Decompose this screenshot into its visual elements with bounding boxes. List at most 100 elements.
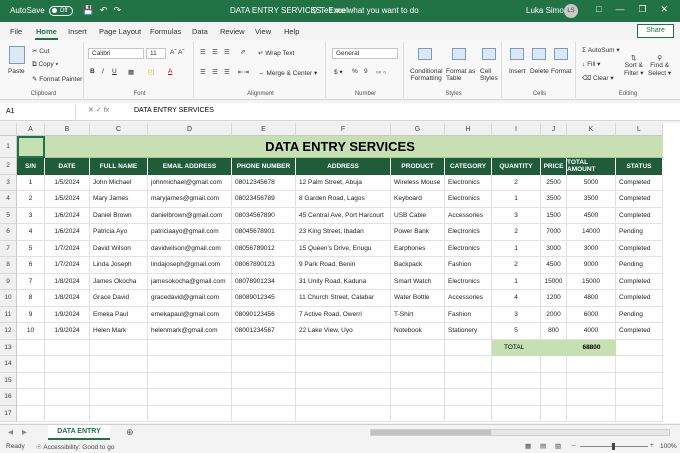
autosum-button[interactable]: Σ AutoSum ▾ [582,46,620,54]
table-cell[interactable]: 15 Queen's Drive, Enugu [296,240,391,257]
table-cell[interactable]: USB Cable [391,207,445,224]
empty-cell[interactable] [17,356,45,373]
currency-icon[interactable]: $ ▾ [334,68,343,76]
column-header-h[interactable]: H [445,123,492,136]
align-center-icon[interactable]: ☰ [212,68,218,76]
table-cell[interactable]: maryjames@gmail.com [148,191,232,208]
minimize-icon[interactable]: — [615,4,624,15]
table-cell[interactable]: helenmark@gmail.com [148,323,232,340]
align-right-icon[interactable]: ☰ [224,68,230,76]
tab-file[interactable]: File [10,27,22,36]
table-cell[interactable]: 1/6/2024 [45,224,90,241]
copy-button[interactable]: ⧉ Copy ▾ [32,61,58,69]
table-cell[interactable]: Backpack [391,257,445,274]
empty-cell[interactable] [492,405,541,422]
empty-cell[interactable] [445,372,492,389]
table-cell[interactable]: patriciaayo@gmail.com [148,224,232,241]
page-break-view-icon[interactable]: ▧ [555,442,561,450]
table-cell[interactable]: 10 [17,323,45,340]
column-header-g[interactable]: G [391,123,445,136]
delete-cells-button[interactable]: Delete [530,68,549,75]
row-header-7[interactable]: 7 [0,240,17,257]
empty-cell[interactable] [296,372,391,389]
empty-cell[interactable] [90,356,148,373]
table-cell[interactable]: 45 Central Ave, Port Harcourt [296,207,391,224]
row-header-5[interactable]: 5 [0,207,17,224]
grow-font-icon[interactable]: Aˆ Aˇ [170,49,184,56]
table-cell[interactable]: Electronics [445,174,492,191]
zoom-slider[interactable] [580,443,648,450]
table-cell[interactable]: Completed [616,240,663,257]
align-left-icon[interactable]: ☰ [200,68,206,76]
format-cells-button[interactable]: Format [551,68,572,75]
table-header-cell[interactable]: PRODUCT [391,158,445,175]
empty-cell[interactable] [391,389,445,406]
empty-cell[interactable] [232,405,296,422]
table-cell[interactable]: Completed [616,290,663,307]
zoom-level[interactable]: 100% [660,443,677,450]
paste-button[interactable]: Paste [8,68,25,75]
maximize-icon[interactable]: ❐ [638,4,646,15]
empty-cell[interactable] [90,372,148,389]
empty-cell[interactable] [391,372,445,389]
table-cell[interactable]: 08056789012 [232,240,296,257]
table-cell[interactable]: Pending [616,257,663,274]
empty-cell[interactable] [148,405,232,422]
conditional-formatting-icon[interactable] [418,48,432,60]
empty-cell[interactable] [492,372,541,389]
insert-cells-icon[interactable] [510,48,524,60]
table-header-cell[interactable]: EMAIL ADDRESS [148,158,232,175]
indent-icon[interactable]: ⇤⇥ [238,68,249,76]
total-value-cell[interactable]: 68800 [567,339,616,356]
table-cell[interactable]: John Michael [90,174,148,191]
table-cell[interactable]: 31 Unity Road, Kaduna [296,273,391,290]
table-cell[interactable]: emekapaul@gmail.com [148,306,232,323]
table-cell[interactable]: James Okocha [90,273,148,290]
insert-cells-button[interactable]: Insert [509,68,525,75]
table-cell[interactable]: 7000 [541,224,567,241]
table-cell[interactable]: 22 Lake View, Uyo [296,323,391,340]
accessibility-status[interactable]: ☉ Accessibility: Good to go [36,443,114,451]
horizontal-scrollbar[interactable] [370,429,670,436]
empty-cell[interactable] [232,372,296,389]
empty-cell[interactable] [541,405,567,422]
table-cell[interactable]: 3 [17,207,45,224]
formula-input[interactable]: DATA ENTRY SERVICES [134,107,214,114]
table-cell[interactable]: Notebook [391,323,445,340]
table-cell[interactable]: 9000 [567,257,616,274]
table-cell[interactable]: 08012345678 [232,174,296,191]
table-cell[interactable]: 1/5/2024 [45,191,90,208]
table-cell[interactable]: Earphones [391,240,445,257]
merge-center-button[interactable]: ⇔ Merge & Center ▾ [258,69,317,77]
table-cell[interactable]: Completed [616,174,663,191]
row-header-12[interactable]: 12 [0,323,17,340]
table-cell[interactable]: 14000 [567,224,616,241]
table-cell[interactable]: Pending [616,306,663,323]
table-cell[interactable]: davidwilson@gmail.com [148,240,232,257]
table-cell[interactable]: Electronics [445,273,492,290]
table-cell[interactable]: 2 [492,224,541,241]
empty-cell[interactable] [90,405,148,422]
align-middle-icon[interactable]: ☰ [212,48,218,56]
cell-styles-button[interactable]: Cell Styles [480,68,498,82]
name-box[interactable]: A1 [2,105,76,119]
table-cell[interactable]: Accessories [445,207,492,224]
table-cell[interactable]: Pending [616,224,663,241]
row-header-8[interactable]: 8 [0,257,17,274]
close-icon[interactable]: ✕ [661,4,669,15]
table-header-cell[interactable]: S/N [17,158,45,175]
font-color-icon[interactable]: A [168,68,172,75]
table-cell[interactable]: Smart Watch [391,273,445,290]
fill-button[interactable]: ↓ Fill ▾ [582,60,600,68]
table-cell[interactable]: Power Bank [391,224,445,241]
column-header-b[interactable]: B [45,123,90,136]
empty-cell[interactable] [296,389,391,406]
empty-cell[interactable] [148,389,232,406]
empty-cell[interactable] [391,356,445,373]
table-cell[interactable]: 15000 [541,273,567,290]
table-cell[interactable]: T-Shirt [391,306,445,323]
empty-cell[interactable] [541,389,567,406]
table-cell[interactable]: 08067890123 [232,257,296,274]
tab-view[interactable]: View [255,27,271,36]
format-painter-button[interactable]: ✎ Format Painter [32,75,82,83]
